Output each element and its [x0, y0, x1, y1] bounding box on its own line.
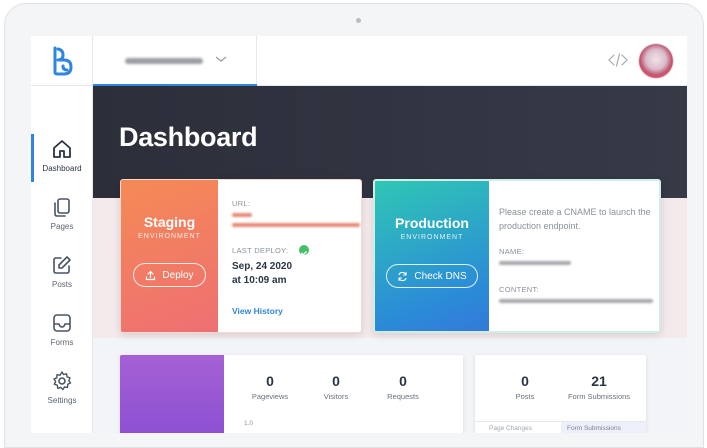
- sidebar-item-posts[interactable]: Posts: [31, 254, 93, 306]
- tab-form-submissions[interactable]: Form Submissions: [561, 422, 646, 433]
- requests-value: 0: [399, 373, 407, 389]
- camera-dot: [356, 18, 361, 23]
- visitors-stat: 0 Visitors: [316, 373, 356, 401]
- production-title: Production: [395, 215, 469, 231]
- traffic-card: 0 Pageviews 0 Visitors 0 Requests 1.0: [120, 355, 463, 433]
- production-header: Production ENVIRONMENT Check DNS: [375, 181, 489, 331]
- deploy-button[interactable]: Deploy: [133, 263, 206, 287]
- last-deploy-date-text: Sep, 24 2020: [232, 261, 293, 272]
- sidebar-item-label: Dashboard: [42, 164, 82, 173]
- url-value-redacted: [232, 213, 252, 217]
- tab-page-changes[interactable]: Page Changes: [475, 422, 561, 433]
- sidebar-item-label: Settings: [47, 396, 77, 405]
- brand-logo-icon: [53, 46, 72, 76]
- logo[interactable]: [31, 36, 93, 86]
- success-check-icon: [299, 245, 309, 256]
- pageviews-label: Pageviews: [251, 392, 289, 401]
- url-label: URL:: [232, 199, 251, 208]
- pageviews-value: 0: [266, 373, 274, 389]
- form-submissions-value: 21: [591, 373, 607, 389]
- laptop-frame: Dashboard Pages Posts Forms Settings Das…: [4, 3, 704, 448]
- chevron-down-icon: [215, 56, 227, 62]
- production-card: Production ENVIRONMENT Check DNS Please …: [373, 179, 661, 333]
- form-submissions-stat: 21 Form Submissions: [561, 373, 637, 401]
- page-title: Dashboard: [119, 122, 258, 152]
- pages-icon: [54, 198, 70, 217]
- check-dns-label: Check DNS: [414, 270, 467, 282]
- last-deploy-time-text: at 10:09 am: [232, 275, 287, 286]
- sidebar-item-label: Pages: [50, 222, 74, 231]
- code-icon[interactable]: [608, 52, 628, 68]
- site-selector[interactable]: [93, 36, 257, 87]
- chart-y-tick: 1.0: [244, 420, 254, 427]
- sidebar-item-dashboard[interactable]: Dashboard: [31, 134, 93, 190]
- inbox-icon: [53, 314, 71, 332]
- staging-header: Staging ENVIRONMENT Deploy: [121, 180, 218, 332]
- name-value-redacted: [499, 261, 571, 265]
- name-label: NAME:: [499, 247, 525, 256]
- upload-icon: [146, 270, 156, 280]
- gear-icon: [53, 371, 72, 391]
- visitors-label: Visitors: [323, 392, 349, 401]
- app-window: Dashboard Pages Posts Forms Settings Das…: [31, 36, 687, 433]
- content-value-redacted: [499, 299, 653, 303]
- staging-title: Staging: [143, 214, 196, 230]
- posts-stat: 0 Posts: [501, 373, 549, 401]
- staging-card: Staging ENVIRONMENT Deploy URL: LAST DEP…: [120, 179, 362, 333]
- content-stats-card: 0 Posts 21 Form Submissions Page Changes…: [475, 355, 646, 433]
- view-history-link[interactable]: View History: [232, 306, 283, 316]
- form-submissions-label: Form Submissions: [567, 392, 631, 401]
- sidebar-item-pages[interactable]: Pages: [31, 196, 93, 248]
- posts-label: Posts: [515, 392, 535, 401]
- user-avatar[interactable]: [639, 44, 673, 78]
- posts-value: 0: [521, 373, 529, 389]
- sidebar-item-settings[interactable]: Settings: [31, 370, 93, 422]
- production-details: Please create a CNAME to launch the prod…: [489, 181, 659, 331]
- staging-subtitle: ENVIRONMENT: [138, 233, 201, 240]
- sidebar-item-label: Posts: [51, 280, 72, 289]
- edit-icon: [53, 256, 71, 274]
- staging-details: URL: LAST DEPLOY: Sep, 24 2020 at 10:09 …: [218, 180, 361, 332]
- activity-tabs: Page Changes Form Submissions: [475, 421, 646, 433]
- last-deploy-date: Sep, 24 2020 at 10:09 am: [232, 260, 292, 288]
- sidebar: Dashboard Pages Posts Forms Settings: [31, 86, 93, 433]
- sidebar-item-label: Forms: [50, 338, 74, 347]
- requests-label: Requests: [387, 392, 419, 401]
- requests-stat: 0 Requests: [382, 373, 424, 401]
- content-label: CONTENT:: [499, 285, 539, 294]
- last-deploy-label: LAST DEPLOY:: [232, 246, 289, 255]
- url-value-redacted-2[interactable]: [232, 223, 360, 227]
- pageviews-stat: 0 Pageviews: [248, 373, 292, 401]
- traffic-card-header: [120, 355, 224, 433]
- home-icon: [53, 140, 71, 158]
- cname-message: Please create a CNAME to launch the prod…: [499, 207, 651, 231]
- refresh-icon: [398, 271, 407, 281]
- site-name-redacted: [125, 58, 203, 64]
- deploy-button-label: Deploy: [162, 269, 194, 281]
- main-content: Dashboard Staging ENVIRONMENT Deploy URL…: [93, 86, 687, 433]
- sidebar-item-forms[interactable]: Forms: [31, 312, 93, 364]
- visitors-value: 0: [332, 373, 340, 389]
- check-dns-button[interactable]: Check DNS: [386, 264, 478, 288]
- top-bar: [31, 36, 687, 87]
- production-subtitle: ENVIRONMENT: [400, 234, 464, 241]
